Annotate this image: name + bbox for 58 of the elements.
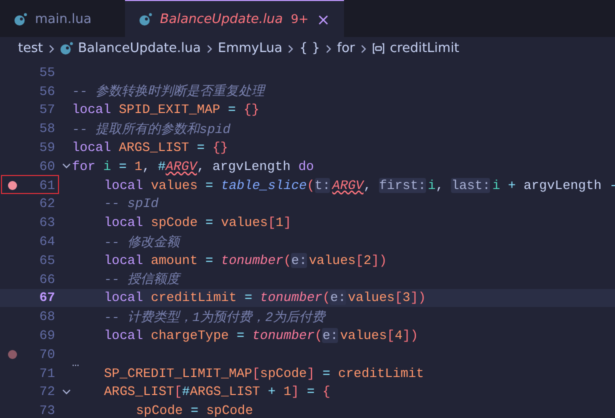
code-line: local values = table_slice(t:ARGV, first:i, last:i + argvLength -: [104, 178, 615, 193]
line-number: 60: [38, 158, 55, 174]
breadcrumb-item[interactable]: { }: [299, 41, 320, 56]
line-number: 72: [38, 384, 55, 400]
code-line: local creditLimit = tonumber(e:values[3]): [104, 290, 426, 306]
line-number: 71: [38, 366, 55, 381]
chevron-right-icon: [360, 44, 367, 54]
line-number: 69: [38, 328, 55, 344]
code-line: -- 修改金额: [104, 234, 180, 251]
line-number: 56: [38, 84, 55, 99]
moon-icon: [60, 42, 73, 55]
variable-icon: [372, 42, 385, 55]
breakpoint-dot[interactable]: [8, 180, 17, 190]
code-line: -- 提取所有的参数和spid: [72, 120, 231, 138]
chevron-right-icon: [325, 44, 332, 54]
line-number: 68: [38, 309, 55, 324]
code-line: SP_CREDIT_LIMIT_MAP[spCode] = creditLimit: [104, 366, 424, 381]
chevron-right-icon: [206, 44, 213, 54]
line-number: 61: [38, 178, 55, 193]
line-number: 62: [38, 196, 55, 212]
line-number: 70: [38, 346, 55, 362]
chevron-right-icon: [287, 44, 294, 54]
line-number: 63: [38, 215, 55, 230]
breadcrumb-item[interactable]: EmmyLua: [218, 41, 282, 56]
code-line: local chargeType = tonumber(e:values[4]): [104, 328, 418, 344]
code-line: -- 参数转换时判断是否重复处理: [72, 83, 264, 100]
code-line: local ARGS_LIST = {}: [72, 140, 228, 156]
line-number: 57: [38, 102, 55, 118]
chevron-down-icon[interactable]: [62, 163, 71, 170]
code-line: local SPID_EXIT_MAP = {}: [72, 102, 260, 118]
breakpoint-dot[interactable]: [8, 350, 17, 359]
editor-tab[interactable]: main.lua: [0, 0, 125, 37]
code-line: local spCode = values[1]: [104, 215, 292, 230]
code-line: -- spId: [104, 196, 159, 212]
code-line: -- 授信额度: [104, 271, 180, 288]
code-line: local amount = tonumber(e:values[2]): [104, 252, 387, 268]
code-line: for i = 1, #ARGV, argvLength do: [72, 158, 314, 174]
fold-ellipsis[interactable]: …: [72, 356, 80, 370]
code-line: -- 计费类型，1为预付费，2为后付费: [104, 308, 326, 326]
editor-tab[interactable]: BalanceUpdate.lua 9+ ×: [125, 0, 344, 37]
breadcrumb-item[interactable]: for: [337, 41, 355, 56]
line-number: 58: [38, 121, 55, 136]
line-number: 55: [38, 64, 55, 80]
line-number: 66: [38, 272, 55, 287]
code-line: spCode = spCode: [136, 403, 254, 418]
breadcrumb-item[interactable]: test: [18, 41, 43, 56]
line-number: 73: [38, 403, 55, 418]
line-number: 65: [38, 252, 55, 268]
chevron-down-icon[interactable]: [62, 388, 71, 395]
breadcrumb-item[interactable]: BalanceUpdate.lua: [78, 41, 201, 56]
line-number: 67: [38, 290, 55, 306]
code-line: ARGS_LIST[#ARGS_LIST + 1] = {: [104, 384, 330, 400]
breadcrumb-item[interactable]: creditLimit: [390, 41, 460, 56]
line-number: 64: [38, 234, 55, 250]
line-number: 59: [38, 140, 55, 156]
moon-icon: [14, 12, 27, 26]
chevron-right-icon: [48, 44, 55, 54]
moon-icon: [139, 12, 152, 26]
